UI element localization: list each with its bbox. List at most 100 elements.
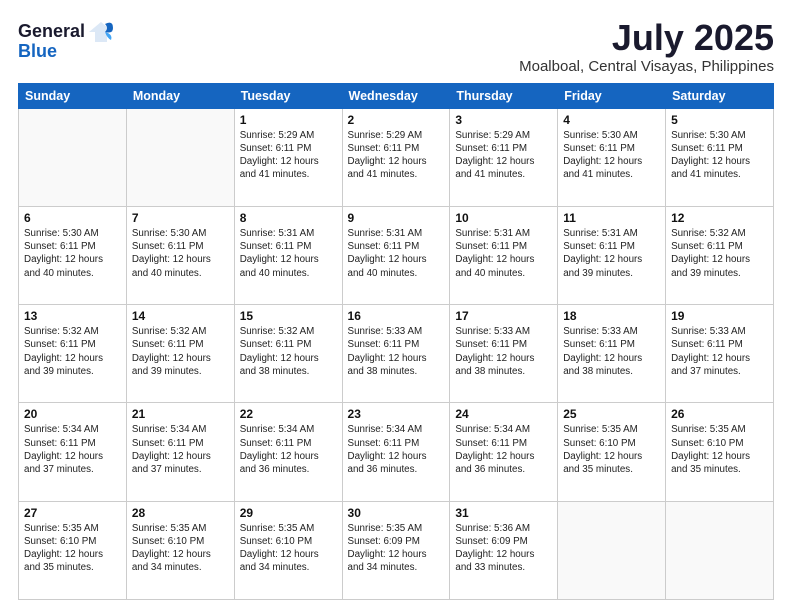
day-info: Sunrise: 5:34 AM Sunset: 6:11 PM Dayligh… xyxy=(132,423,229,476)
day-info: Sunrise: 5:30 AM Sunset: 6:11 PM Dayligh… xyxy=(563,129,660,182)
day-number: 4 xyxy=(563,113,660,127)
calendar-cell: 6Sunrise: 5:30 AM Sunset: 6:11 PM Daylig… xyxy=(19,206,127,304)
calendar-cell: 12 Sunrise: 5:32 AM Sunset: 6:11 PM Dayli… xyxy=(666,206,774,304)
calendar-cell xyxy=(666,501,774,599)
header-thursday: Thursday xyxy=(450,83,558,108)
header-sunday: Sunday xyxy=(19,83,127,108)
day-info: Sunrise: 5:35 AM Sunset: 6:10 PM Dayligh… xyxy=(563,423,660,476)
day-number: 17 xyxy=(455,309,552,323)
calendar-cell: 8Sunrise: 5:31 AM Sunset: 6:11 PM Daylig… xyxy=(234,206,342,304)
day-number: 31 xyxy=(455,506,552,520)
day-number: 15 xyxy=(240,309,337,323)
calendar-cell: 17 Sunrise: 5:33 AM Sunset: 6:11 PM Dayli… xyxy=(450,305,558,403)
calendar-cell: 23 Sunrise: 5:34 AM Sunset: 6:11 PM Dayli… xyxy=(342,403,450,501)
logo-general-text: General xyxy=(18,22,85,42)
day-info: Sunrise: 5:32 AM Sunset: 6:11 PM Dayligh… xyxy=(240,325,337,378)
day-info: Sunrise: 5:34 AM Sunset: 6:11 PM Dayligh… xyxy=(240,423,337,476)
calendar-cell: 16 Sunrise: 5:33 AM Sunset: 6:11 PM Dayli… xyxy=(342,305,450,403)
day-number: 22 xyxy=(240,407,337,421)
calendar-cell: 27Sunrise: 5:35 AM Sunset: 6:10 PM Dayli… xyxy=(19,501,127,599)
day-number: 27 xyxy=(24,506,121,520)
day-info: Sunrise: 5:32 AM Sunset: 6:11 PM Dayligh… xyxy=(671,227,768,280)
day-info: Sunrise: 5:29 AM Sunset: 6:11 PM Dayligh… xyxy=(240,129,337,182)
calendar-cell: 11Sunrise: 5:31 AM Sunset: 6:11 PM Dayli… xyxy=(558,206,666,304)
day-info: Sunrise: 5:35 AM Sunset: 6:10 PM Dayligh… xyxy=(671,423,768,476)
day-number: 9 xyxy=(348,211,445,225)
day-number: 13 xyxy=(24,309,121,323)
day-number: 8 xyxy=(240,211,337,225)
day-info: Sunrise: 5:36 AM Sunset: 6:09 PM Dayligh… xyxy=(455,522,552,575)
day-number: 5 xyxy=(671,113,768,127)
calendar-cell: 3 Sunrise: 5:29 AM Sunset: 6:11 PM Daylig… xyxy=(450,108,558,206)
header-saturday: Saturday xyxy=(666,83,774,108)
day-info: Sunrise: 5:35 AM Sunset: 6:10 PM Dayligh… xyxy=(240,522,337,575)
calendar-cell: 26 Sunrise: 5:35 AM Sunset: 6:10 PM Dayli… xyxy=(666,403,774,501)
calendar-cell: 19 Sunrise: 5:33 AM Sunset: 6:11 PM Dayli… xyxy=(666,305,774,403)
calendar-week-row: 20 Sunrise: 5:34 AM Sunset: 6:11 PM Dayli… xyxy=(19,403,774,501)
day-number: 12 xyxy=(671,211,768,225)
day-number: 1 xyxy=(240,113,337,127)
calendar-cell: 7 Sunrise: 5:30 AM Sunset: 6:11 PM Daylig… xyxy=(126,206,234,304)
calendar-week-row: 6 Sunrise: 5:30 AM Sunset: 6:11 PM Daylig… xyxy=(19,206,774,304)
day-number: 21 xyxy=(132,407,229,421)
calendar-cell: 28 Sunrise: 5:35 AM Sunset: 6:10 PM Dayli… xyxy=(126,501,234,599)
calendar-week-row: 27 Sunrise: 5:35 AM Sunset: 6:10 PM Dayli… xyxy=(19,501,774,599)
calendar-page: General Blue July 2025 Moalboal, Central… xyxy=(0,0,792,612)
calendar-cell: 1 Sunrise: 5:29 AM Sunset: 6:11 PM Daylig… xyxy=(234,108,342,206)
day-info: Sunrise: 5:30 AM Sunset: 6:11 PM Dayligh… xyxy=(132,227,229,280)
day-number: 25 xyxy=(563,407,660,421)
day-number: 30 xyxy=(348,506,445,520)
day-info: Sunrise: 5:31 AM Sunset: 6:11 PM Dayligh… xyxy=(348,227,445,280)
day-info: Sunrise: 5:35 AM Sunset: 6:10 PM Dayligh… xyxy=(132,522,229,575)
calendar-week-row: 1 Sunrise: 5:29 AM Sunset: 6:11 PM Daylig… xyxy=(19,108,774,206)
weekday-header-row: Sunday Monday Tuesday Wednesday Thursday… xyxy=(19,83,774,108)
calendar-cell: 14Sunrise: 5:32 AM Sunset: 6:11 PM Dayli… xyxy=(126,305,234,403)
calendar-cell: 2Sunrise: 5:29 AM Sunset: 6:11 PM Daylig… xyxy=(342,108,450,206)
calendar-cell: 5Sunrise: 5:30 AM Sunset: 6:11 PM Daylig… xyxy=(666,108,774,206)
day-number: 16 xyxy=(348,309,445,323)
day-info: Sunrise: 5:33 AM Sunset: 6:11 PM Dayligh… xyxy=(348,325,445,378)
calendar-cell: 13 Sunrise: 5:32 AM Sunset: 6:11 PM Dayli… xyxy=(19,305,127,403)
day-info: Sunrise: 5:34 AM Sunset: 6:11 PM Dayligh… xyxy=(455,423,552,476)
title-block: July 2025 Moalboal, Central Visayas, Phi… xyxy=(519,18,774,75)
calendar-table: Sunday Monday Tuesday Wednesday Thursday… xyxy=(18,83,774,600)
header-wednesday: Wednesday xyxy=(342,83,450,108)
calendar-cell xyxy=(126,108,234,206)
day-number: 7 xyxy=(132,211,229,225)
day-info: Sunrise: 5:32 AM Sunset: 6:11 PM Dayligh… xyxy=(24,325,121,378)
calendar-cell: 22 Sunrise: 5:34 AM Sunset: 6:11 PM Dayli… xyxy=(234,403,342,501)
day-number: 3 xyxy=(455,113,552,127)
header-tuesday: Tuesday xyxy=(234,83,342,108)
day-number: 10 xyxy=(455,211,552,225)
calendar-cell: 15 Sunrise: 5:32 AM Sunset: 6:11 PM Dayli… xyxy=(234,305,342,403)
day-number: 26 xyxy=(671,407,768,421)
day-number: 11 xyxy=(563,211,660,225)
calendar-cell: 4 Sunrise: 5:30 AM Sunset: 6:11 PM Daylig… xyxy=(558,108,666,206)
day-number: 24 xyxy=(455,407,552,421)
calendar-cell: 25 Sunrise: 5:35 AM Sunset: 6:10 PM Dayli… xyxy=(558,403,666,501)
calendar-cell: 18Sunrise: 5:33 AM Sunset: 6:11 PM Dayli… xyxy=(558,305,666,403)
day-number: 23 xyxy=(348,407,445,421)
day-number: 29 xyxy=(240,506,337,520)
day-info: Sunrise: 5:33 AM Sunset: 6:11 PM Dayligh… xyxy=(455,325,552,378)
month-title: July 2025 xyxy=(519,18,774,58)
day-number: 28 xyxy=(132,506,229,520)
day-info: Sunrise: 5:34 AM Sunset: 6:11 PM Dayligh… xyxy=(24,423,121,476)
calendar-cell: 21 Sunrise: 5:34 AM Sunset: 6:11 PM Dayli… xyxy=(126,403,234,501)
day-number: 19 xyxy=(671,309,768,323)
day-number: 20 xyxy=(24,407,121,421)
day-info: Sunrise: 5:32 AM Sunset: 6:11 PM Dayligh… xyxy=(132,325,229,378)
header-monday: Monday xyxy=(126,83,234,108)
day-number: 6 xyxy=(24,211,121,225)
day-info: Sunrise: 5:33 AM Sunset: 6:11 PM Dayligh… xyxy=(563,325,660,378)
calendar-cell xyxy=(558,501,666,599)
day-info: Sunrise: 5:33 AM Sunset: 6:11 PM Dayligh… xyxy=(671,325,768,378)
day-info: Sunrise: 5:29 AM Sunset: 6:11 PM Dayligh… xyxy=(348,129,445,182)
header-friday: Friday xyxy=(558,83,666,108)
day-info: Sunrise: 5:35 AM Sunset: 6:09 PM Dayligh… xyxy=(348,522,445,575)
calendar-cell: 29 Sunrise: 5:35 AM Sunset: 6:10 PM Dayli… xyxy=(234,501,342,599)
day-info: Sunrise: 5:34 AM Sunset: 6:11 PM Dayligh… xyxy=(348,423,445,476)
calendar-cell: 20 Sunrise: 5:34 AM Sunset: 6:11 PM Dayli… xyxy=(19,403,127,501)
day-info: Sunrise: 5:31 AM Sunset: 6:11 PM Dayligh… xyxy=(455,227,552,280)
day-info: Sunrise: 5:29 AM Sunset: 6:11 PM Dayligh… xyxy=(455,129,552,182)
